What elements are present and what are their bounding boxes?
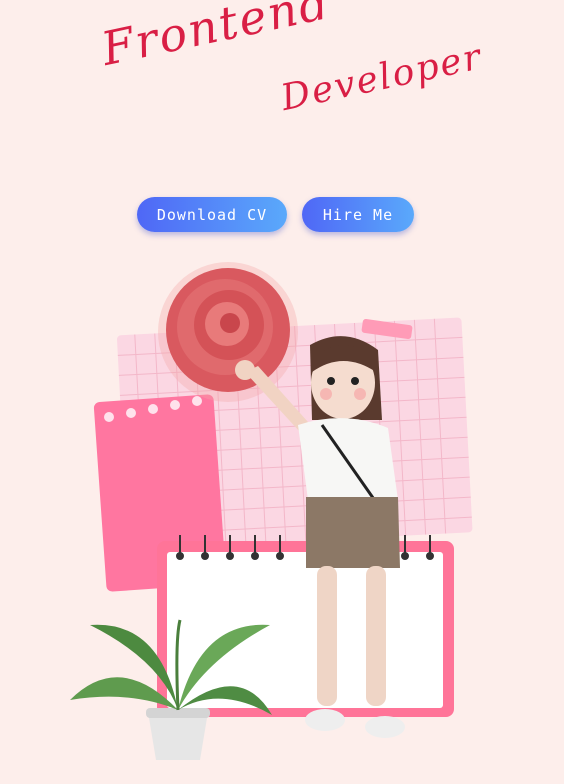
title-frontend: Frontend (96, 0, 335, 76)
title-developer: Developer (277, 36, 487, 119)
notebook-icon (157, 535, 454, 717)
hero-illustration (70, 262, 473, 760)
download-cv-button[interactable]: Download CV (137, 197, 287, 232)
hire-me-button[interactable]: Hire Me (302, 197, 414, 232)
rose-icon (158, 262, 298, 402)
